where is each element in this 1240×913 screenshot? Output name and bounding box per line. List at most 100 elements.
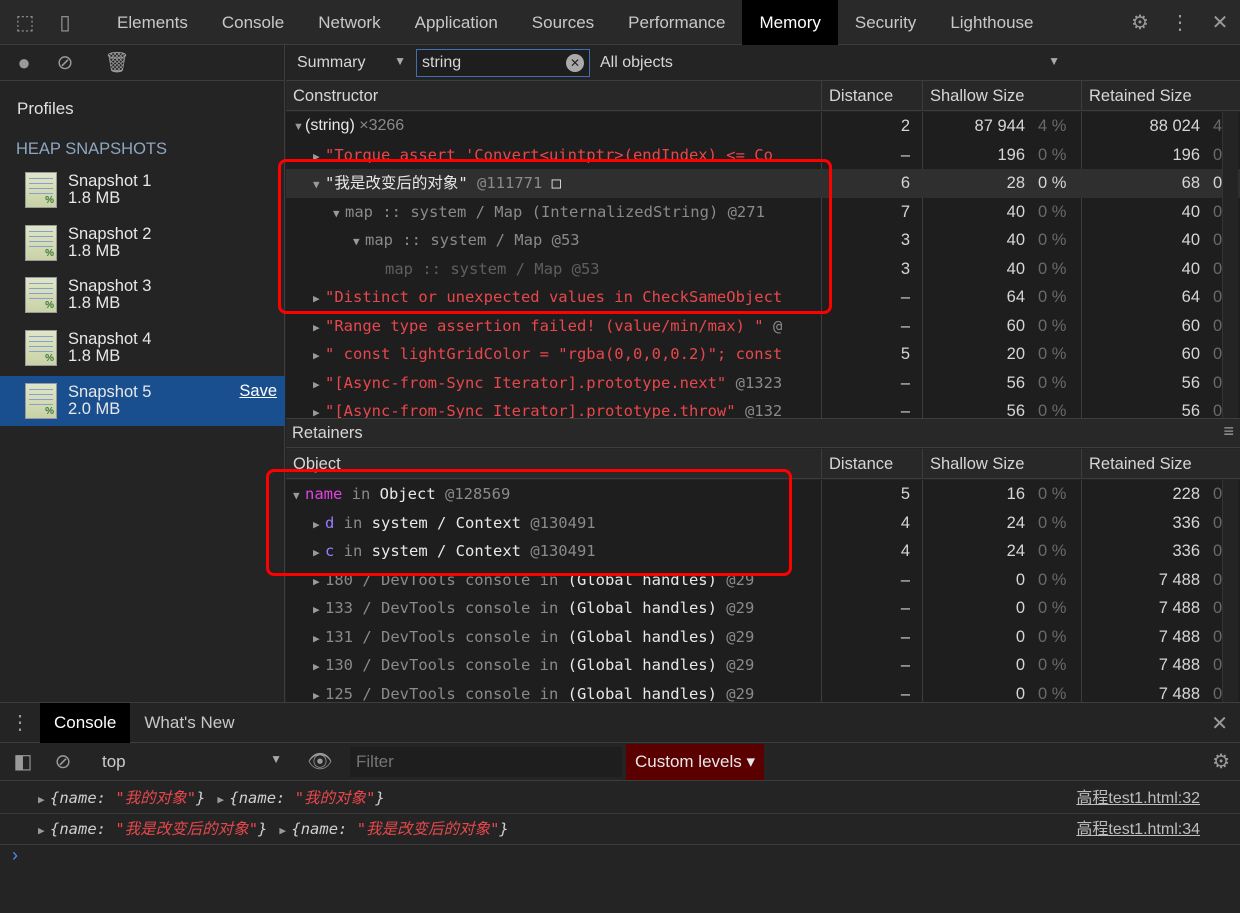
clear-icon[interactable]: ⊘ bbox=[48, 50, 82, 75]
device-toolbar-icon[interactable]: ▯ bbox=[50, 10, 80, 35]
column-shallow-size[interactable]: Shallow Size bbox=[922, 81, 1024, 111]
log-levels-dropdown[interactable]: Custom levels ▾ bbox=[626, 743, 765, 780]
collapsed-arrow-icon[interactable]: ▶ bbox=[313, 625, 325, 652]
shallow-size-percent: 0 % bbox=[1038, 402, 1067, 418]
grid-row[interactable]: ▶ 125 / DevTools console in (Global handl… bbox=[286, 680, 1240, 703]
shallow-size-value: 0 bbox=[1015, 570, 1025, 589]
collapsed-arrow-icon[interactable]: ▶ bbox=[38, 784, 50, 815]
node-label-part: (Global handles) bbox=[567, 656, 727, 674]
panel-menu-icon[interactable]: ≡ bbox=[1223, 421, 1234, 442]
settings-gear-icon[interactable]: ⚙ bbox=[1120, 10, 1160, 35]
node-label-part: 131 / DevTools console in bbox=[325, 627, 568, 646]
shallow-size-percent: 0 % bbox=[1038, 345, 1067, 363]
tab-lighthouse[interactable]: Lighthouse bbox=[933, 0, 1050, 45]
snapshot-item[interactable]: Snapshot 11.8 MB bbox=[0, 165, 285, 215]
snapshot-item[interactable]: Snapshot 31.8 MB bbox=[0, 270, 285, 320]
view-select[interactable]: Summary ▼ bbox=[286, 54, 416, 72]
snapshot-item[interactable]: Snapshot 52.0 MB Save bbox=[0, 375, 285, 426]
collapsed-arrow-icon[interactable]: ▶ bbox=[313, 682, 325, 703]
collapsed-arrow-icon[interactable]: ▶ bbox=[38, 815, 50, 846]
tab-sources[interactable]: Sources bbox=[515, 0, 611, 45]
console-message: ▶ {name: "我是改变后的对象"} ▶ {name: "我是改变后的对象"} 高程… bbox=[0, 814, 1240, 845]
expanded-arrow-icon[interactable]: ▼ bbox=[293, 113, 305, 141]
view-select-value: Summary bbox=[297, 53, 366, 71]
filter-value: string bbox=[422, 53, 462, 71]
shallow-size-percent: 4 % bbox=[1038, 117, 1067, 135]
snapshot-item[interactable]: Snapshot 41.8 MB bbox=[0, 323, 285, 373]
collapsed-arrow-icon[interactable]: ▶ bbox=[217, 784, 229, 815]
grid-row[interactable]: ▼(string) ×3266287 9444 %88 0244 % bbox=[286, 112, 1240, 141]
class-filter-input[interactable]: string ✕ bbox=[416, 48, 590, 77]
grid-row[interactable]: ▶ "Range type assertion failed! (value/mi… bbox=[286, 312, 1240, 341]
tab-performance[interactable]: Performance bbox=[611, 0, 742, 45]
shallow-size-percent: 0 % bbox=[1038, 259, 1067, 278]
distance-value: 3 bbox=[900, 231, 910, 249]
object-value: 我的对象 bbox=[124, 789, 187, 807]
source-link[interactable]: 高程test1.html:34 bbox=[1076, 814, 1200, 845]
grid-row[interactable]: ▶ "[Async-from-Sync Iterator].prototype.t… bbox=[286, 397, 1240, 418]
collapsed-arrow-icon[interactable]: ▶ bbox=[313, 399, 325, 418]
retained-size-value: 7 488 bbox=[1158, 627, 1200, 646]
scrollbar[interactable] bbox=[1222, 480, 1238, 702]
collapsed-arrow-icon[interactable]: ▶ bbox=[313, 596, 325, 623]
console-settings-icon[interactable]: ⚙ bbox=[1212, 749, 1230, 774]
annotation-highlight-box bbox=[266, 469, 792, 576]
objects-select[interactable]: All objects ▼ bbox=[590, 54, 1240, 72]
inspect-element-icon[interactable]: ⬚ bbox=[0, 10, 50, 35]
shallow-size-value: 56 bbox=[1006, 373, 1025, 392]
grid-row[interactable]: ▶ 131 / DevTools console in (Global handl… bbox=[286, 623, 1240, 652]
column-retained-size[interactable]: Retained Size bbox=[1081, 81, 1192, 111]
shallow-size-value: 0 bbox=[1015, 684, 1025, 703]
grid-row[interactable]: ▶ 130 / DevTools console in (Global handl… bbox=[286, 651, 1240, 680]
tab-elements[interactable]: Elements bbox=[100, 0, 205, 45]
record-icon[interactable]: ● bbox=[0, 50, 48, 76]
save-snapshot-link[interactable]: Save bbox=[239, 382, 277, 401]
drawer-menu-icon[interactable]: ⋮ bbox=[0, 710, 40, 735]
clear-filter-icon[interactable]: ✕ bbox=[566, 53, 584, 72]
column-shallow-size[interactable]: Shallow Size bbox=[922, 449, 1024, 479]
shallow-size-value: 60 bbox=[1006, 316, 1025, 335]
shallow-size-value: 87 944 bbox=[974, 117, 1025, 135]
grid-row[interactable]: ▶ 133 / DevTools console in (Global handl… bbox=[286, 594, 1240, 623]
collapsed-arrow-icon[interactable]: ▶ bbox=[313, 314, 325, 341]
close-devtools-icon[interactable]: ✕ bbox=[1200, 10, 1240, 35]
tab-memory[interactable]: Memory bbox=[742, 0, 838, 45]
profiles-sidebar: ● ⊘ 🗑 Profiles HEAP SNAPSHOTS Snapshot 1… bbox=[0, 45, 285, 702]
more-menu-icon[interactable]: ⋮ bbox=[1160, 10, 1200, 35]
collapsed-arrow-icon[interactable]: ▶ bbox=[313, 653, 325, 680]
distance-value: – bbox=[900, 627, 910, 646]
collapsed-arrow-icon[interactable]: ▶ bbox=[313, 342, 325, 369]
shallow-size-value: 0 bbox=[1015, 599, 1025, 617]
live-expression-eye-icon[interactable]: 👁 bbox=[290, 749, 350, 774]
clear-console-icon[interactable]: ⊘ bbox=[46, 749, 80, 774]
scrollbar[interactable] bbox=[1222, 112, 1238, 418]
grid-row[interactable]: ▶ " const lightGridColor = "rgba(0,0,0,0.… bbox=[286, 340, 1240, 369]
shallow-size-percent: 0 % bbox=[1038, 288, 1067, 306]
snapshot-item[interactable]: Snapshot 21.8 MB bbox=[0, 218, 285, 268]
shallow-size-value: 24 bbox=[1006, 542, 1025, 560]
context-select[interactable]: top ▼ bbox=[80, 752, 290, 772]
node-label-part: @29 bbox=[726, 599, 755, 617]
column-distance[interactable]: Distance bbox=[821, 449, 893, 479]
column-retained-size[interactable]: Retained Size bbox=[1081, 449, 1192, 479]
drawer-tab-console[interactable]: Console bbox=[40, 702, 131, 743]
trash-icon[interactable]: 🗑 bbox=[82, 50, 152, 75]
tab-security[interactable]: Security bbox=[838, 0, 933, 45]
drawer-tab-whats-new[interactable]: What's New bbox=[130, 703, 248, 743]
grid-row[interactable]: ▶ "[Async-from-Sync Iterator].prototype.n… bbox=[286, 369, 1240, 398]
collapsed-arrow-icon[interactable]: ▶ bbox=[279, 815, 291, 846]
tab-console[interactable]: Console bbox=[205, 0, 301, 45]
sidebar-toggle-icon[interactable]: ◧ bbox=[0, 749, 46, 774]
close-drawer-icon[interactable]: ✕ bbox=[1211, 711, 1228, 736]
tab-network[interactable]: Network bbox=[301, 0, 397, 45]
console-prompt[interactable]: › bbox=[12, 845, 18, 866]
console-filter-input[interactable] bbox=[350, 746, 622, 777]
distance-value: 4 bbox=[900, 542, 910, 560]
distance-value: – bbox=[900, 145, 910, 164]
collapsed-arrow-icon[interactable]: ▶ bbox=[313, 371, 325, 398]
column-constructor[interactable]: Constructor bbox=[286, 81, 378, 111]
source-link[interactable]: 高程test1.html:32 bbox=[1076, 783, 1200, 814]
tab-application[interactable]: Application bbox=[398, 0, 515, 45]
column-distance[interactable]: Distance bbox=[821, 81, 893, 111]
shallow-size-value: 24 bbox=[1006, 513, 1025, 532]
